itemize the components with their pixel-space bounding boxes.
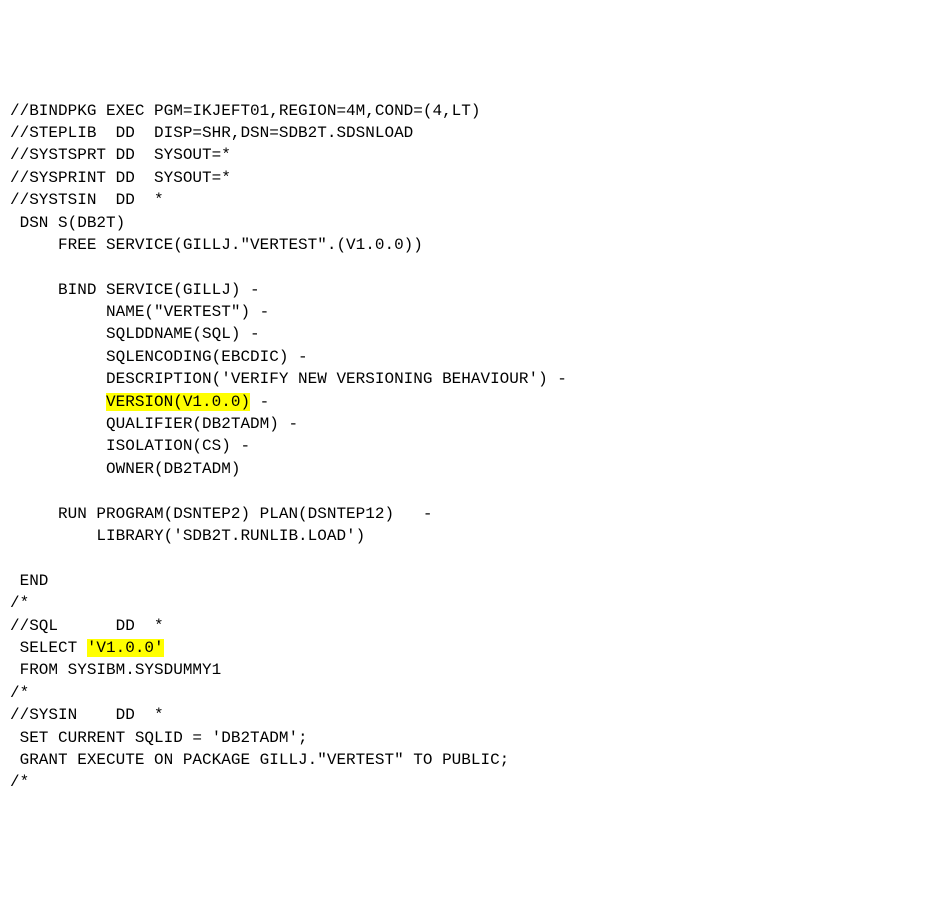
code-line: /* xyxy=(10,684,29,702)
code-line: RUN PROGRAM(DSNTEP2) PLAN(DSNTEP12) - xyxy=(10,505,432,523)
code-line: END xyxy=(10,572,48,590)
code-line: //BINDPKG EXEC PGM=IKJEFT01,REGION=4M,CO… xyxy=(10,102,480,120)
code-line: DESCRIPTION('VERIFY NEW VERSIONING BEHAV… xyxy=(10,370,567,388)
code-line-prefix xyxy=(10,393,106,411)
highlighted-version: VERSION(V1.0.0) xyxy=(106,393,250,411)
code-line: QUALIFIER(DB2TADM) - xyxy=(10,415,298,433)
code-line: //SYSPRINT DD SYSOUT=* xyxy=(10,169,231,187)
code-line: //SYSTSPRT DD SYSOUT=* xyxy=(10,146,231,164)
code-line: //SYSTSIN DD * xyxy=(10,191,164,209)
code-line: /* xyxy=(10,594,29,612)
highlighted-version-literal: 'V1.0.0' xyxy=(87,639,164,657)
jcl-code-block: //BINDPKG EXEC PGM=IKJEFT01,REGION=4M,CO… xyxy=(10,100,930,794)
code-line: FROM SYSIBM.SYSDUMMY1 xyxy=(10,661,221,679)
code-line: /* xyxy=(10,773,29,791)
code-line: GRANT EXECUTE ON PACKAGE GILLJ."VERTEST"… xyxy=(10,751,509,769)
code-line-suffix: - xyxy=(250,393,269,411)
code-line: //SQL DD * xyxy=(10,617,164,635)
code-line: OWNER(DB2TADM) xyxy=(10,460,240,478)
code-line: BIND SERVICE(GILLJ) - xyxy=(10,281,260,299)
code-line: DSN S(DB2T) xyxy=(10,214,125,232)
code-line: SET CURRENT SQLID = 'DB2TADM'; xyxy=(10,729,308,747)
code-line: //SYSIN DD * xyxy=(10,706,164,724)
code-line: SQLENCODING(EBCDIC) - xyxy=(10,348,308,366)
code-line: //STEPLIB DD DISP=SHR,DSN=SDB2T.SDSNLOAD xyxy=(10,124,413,142)
code-line: SQLDDNAME(SQL) - xyxy=(10,325,260,343)
code-line-prefix: SELECT xyxy=(10,639,87,657)
code-line: NAME("VERTEST") - xyxy=(10,303,269,321)
code-line: FREE SERVICE(GILLJ."VERTEST".(V1.0.0)) xyxy=(10,236,423,254)
code-line: ISOLATION(CS) - xyxy=(10,437,250,455)
code-line: LIBRARY('SDB2T.RUNLIB.LOAD') xyxy=(10,527,365,545)
